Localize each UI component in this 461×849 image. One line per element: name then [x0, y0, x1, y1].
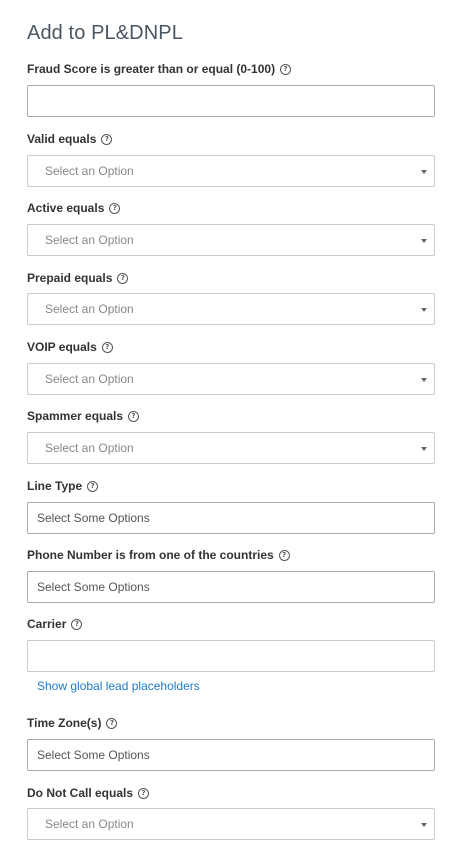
help-icon[interactable]: ? — [101, 133, 113, 145]
fraud-score-input[interactable] — [27, 85, 435, 117]
help-icon[interactable]: ? — [71, 618, 83, 630]
help-icon[interactable]: ? — [128, 410, 140, 422]
prepaid-label: Prepaid equals ? — [27, 271, 129, 285]
voip-label: VOIP equals ? — [27, 340, 113, 354]
help-icon[interactable]: ? — [101, 341, 113, 353]
show-placeholders-link[interactable]: Show global lead placeholders — [37, 679, 200, 693]
voip-select[interactable]: Select an Option — [27, 363, 435, 395]
help-icon[interactable]: ? — [278, 549, 290, 561]
valid-select[interactable]: Select an Option — [27, 155, 435, 187]
fraud-score-label: Fraud Score is greater than or equal (0-… — [27, 62, 292, 76]
valid-label: Valid equals ? — [27, 132, 113, 146]
chevron-down-icon — [421, 378, 427, 382]
help-icon[interactable]: ? — [87, 480, 99, 492]
page-title: Add to PL&DNPL — [27, 22, 183, 44]
time-zones-multiselect[interactable]: Select Some Options — [27, 739, 435, 771]
do-not-call-select[interactable]: Select an Option — [27, 808, 435, 840]
chevron-down-icon — [421, 447, 427, 451]
time-zones-label: Time Zone(s) ? — [27, 716, 118, 730]
countries-label: Phone Number is from one of the countrie… — [27, 548, 290, 562]
chevron-down-icon — [421, 308, 427, 312]
spammer-select[interactable]: Select an Option — [27, 432, 435, 464]
help-icon[interactable]: ? — [109, 202, 121, 214]
chevron-down-icon — [421, 170, 427, 174]
spammer-label: Spammer equals ? — [27, 409, 140, 423]
prepaid-select[interactable]: Select an Option — [27, 293, 435, 325]
do-not-call-label: Do Not Call equals ? — [27, 786, 150, 800]
help-icon[interactable]: ? — [106, 717, 118, 729]
countries-multiselect[interactable]: Select Some Options — [27, 571, 435, 603]
active-label: Active equals ? — [27, 201, 121, 215]
help-icon[interactable]: ? — [138, 787, 150, 799]
line-type-label: Line Type ? — [27, 479, 99, 493]
chevron-down-icon — [421, 239, 427, 243]
help-icon[interactable]: ? — [117, 272, 129, 284]
carrier-label: Carrier ? — [27, 617, 83, 631]
active-select[interactable]: Select an Option — [27, 224, 435, 256]
chevron-down-icon — [421, 823, 427, 827]
line-type-multiselect[interactable]: Select Some Options — [27, 502, 435, 534]
help-icon[interactable]: ? — [280, 63, 292, 75]
carrier-input[interactable] — [27, 640, 435, 672]
